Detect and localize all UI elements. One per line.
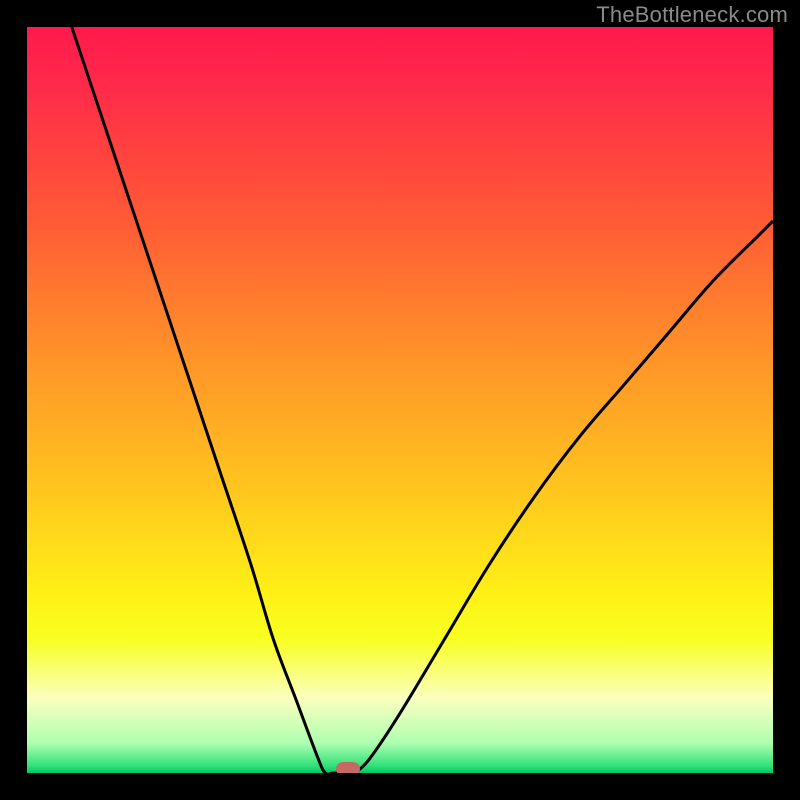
chart-frame bbox=[27, 27, 773, 773]
optimal-point-marker bbox=[336, 762, 360, 773]
curve-right-branch bbox=[355, 221, 773, 773]
curve-left-branch bbox=[72, 27, 341, 773]
chart-curve bbox=[27, 27, 773, 773]
watermark-text: TheBottleneck.com bbox=[596, 2, 788, 28]
